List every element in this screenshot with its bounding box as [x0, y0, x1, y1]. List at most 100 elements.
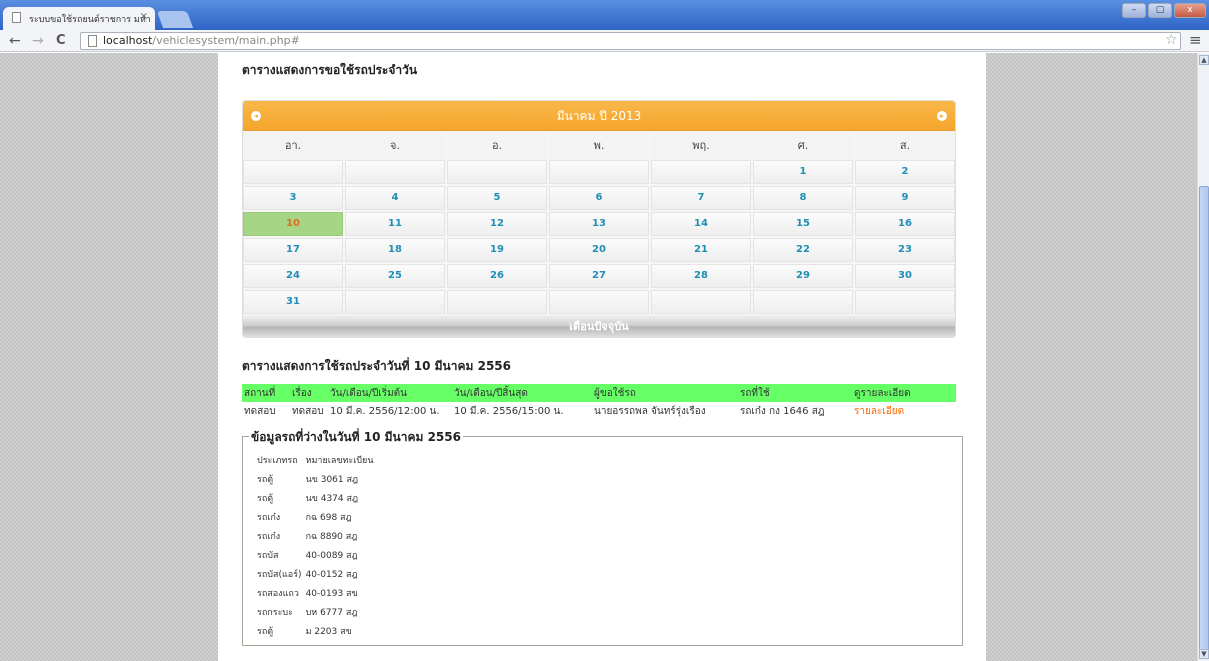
- weekday-label: ส.: [855, 132, 955, 160]
- column-header: สถานที่: [242, 384, 290, 402]
- column-header: ประเภทรถ: [257, 455, 298, 466]
- free-cars-legend: ข้อมูลรถที่ว่างในวันที่ 10 มีนาคม 2556: [249, 428, 463, 447]
- calendar-day[interactable]: 29: [753, 264, 853, 288]
- car-type: รถกระบะ: [257, 607, 293, 618]
- calendar-day[interactable]: 5: [447, 186, 547, 210]
- car-type: รถสองแถว: [257, 588, 299, 599]
- list-item: รถบัส(แอร์) 40-0152 สฎ: [257, 564, 377, 583]
- calendar-empty-cell: [447, 290, 547, 314]
- car-plate: 40-0089 สฎ: [305, 550, 358, 561]
- window-controls: – ▢ x: [1122, 3, 1206, 18]
- maximize-button[interactable]: ▢: [1148, 3, 1172, 18]
- browser-menu-icon[interactable]: ≡: [1189, 31, 1202, 49]
- car-plate: นข 4374 สฎ: [305, 493, 359, 504]
- free-cars-table: ประเภทรถ หมายเลขทะเบียน รถตู้ นข 3061 สฎร…: [257, 450, 377, 640]
- calendar-day[interactable]: 2: [855, 160, 955, 184]
- prev-month-icon[interactable]: ◂: [251, 111, 261, 121]
- calendar-day[interactable]: 27: [549, 264, 649, 288]
- calendar-day[interactable]: 9: [855, 186, 955, 210]
- calendar-day[interactable]: 19: [447, 238, 547, 262]
- back-arrow-icon[interactable]: ←: [9, 32, 21, 50]
- calendar-day[interactable]: 7: [651, 186, 751, 210]
- tab-close-icon[interactable]: ×: [140, 11, 148, 22]
- calendar-day[interactable]: 13: [549, 212, 649, 236]
- scroll-thumb[interactable]: [1199, 186, 1209, 654]
- calendar-day[interactable]: 15: [753, 212, 853, 236]
- column-header: รถที่ใช้: [738, 384, 852, 402]
- weekday-label: พฤ.: [651, 132, 751, 160]
- next-month-icon[interactable]: ▸: [937, 111, 947, 121]
- cell-start: 10 มี.ค. 2556/12:00 น.: [330, 405, 440, 417]
- calendar-day[interactable]: 6: [549, 186, 649, 210]
- column-header: หมายเลขทะเบียน: [305, 455, 374, 466]
- weekday-label: อ.: [447, 132, 547, 160]
- calendar-day[interactable]: 25: [345, 264, 445, 288]
- calendar-empty-cell: [549, 160, 649, 184]
- calendar-empty-cell: [345, 290, 445, 314]
- calendar-day[interactable]: 31: [243, 290, 343, 314]
- forward-arrow-icon[interactable]: →: [32, 32, 44, 50]
- close-window-button[interactable]: x: [1174, 3, 1206, 18]
- calendar-day[interactable]: 4: [345, 186, 445, 210]
- calendar-day[interactable]: 14: [651, 212, 751, 236]
- calendar-day[interactable]: 28: [651, 264, 751, 288]
- calendar-empty-cell: [345, 160, 445, 184]
- list-item: รถเก๋ง กฉ 698 สฎ: [257, 507, 377, 526]
- browser-tab[interactable]: ระบบขอใช้รถยนต์ราชการ มหา ×: [3, 7, 155, 30]
- url-host: localhost: [103, 34, 153, 47]
- bookmark-star-icon[interactable]: ☆: [1165, 32, 1178, 48]
- usage-heading: ตารางแสดงการใช้รถประจำวันที่ 10 มีนาคม 2…: [242, 359, 511, 373]
- calendar-day[interactable]: 17: [243, 238, 343, 262]
- list-item: รถบัส 40-0089 สฎ: [257, 545, 377, 564]
- calendar-day[interactable]: 1: [753, 160, 853, 184]
- calendar-day[interactable]: 24: [243, 264, 343, 288]
- calendar-header: มีนาคม ปี 2013 ◂ ▸: [243, 101, 955, 131]
- calendar: มีนาคม ปี 2013 ◂ ▸ อา. จ. อ. พ. พฤ. ศ. ส…: [242, 100, 956, 338]
- free-cars-header-row: ประเภทรถ หมายเลขทะเบียน: [257, 450, 377, 469]
- calendar-day[interactable]: 21: [651, 238, 751, 262]
- cell-vehicle: รถเก๋ง กง 1646 สฎ: [740, 405, 825, 417]
- detail-link[interactable]: รายละเอียด: [854, 406, 904, 417]
- calendar-month-label: มีนาคม ปี 2013: [556, 109, 642, 123]
- calendar-day[interactable]: 18: [345, 238, 445, 262]
- calendar-week-row: 17 18 19 20 21 22 23: [243, 238, 955, 262]
- main-content: ตารางแสดงการขอใช้รถประจำวัน มีนาคม ปี 20…: [218, 53, 986, 661]
- calendar-empty-cell: [243, 160, 343, 184]
- calendar-week-row: 3456789: [243, 186, 955, 210]
- calendar-day[interactable]: 12: [447, 212, 547, 236]
- car-type: รถบัส: [257, 550, 279, 561]
- current-month-button[interactable]: เดือนปัจจุบัน: [243, 315, 955, 337]
- car-plate: กฉ 8890 สฎ: [305, 531, 358, 542]
- calendar-day[interactable]: 22: [753, 238, 853, 262]
- calendar-day[interactable]: 3: [243, 186, 343, 210]
- page-icon: [88, 35, 97, 47]
- calendar-week-row: 31: [243, 290, 955, 314]
- calendar-day[interactable]: 11: [345, 212, 445, 236]
- usage-header-row: สถานที่ เรื่อง วัน/เดือน/ปีเริ่มต้น วัน/…: [242, 384, 956, 402]
- page-title: ตารางแสดงการขอใช้รถประจำวัน: [242, 63, 418, 77]
- calendar-empty-cell: [651, 290, 751, 314]
- minimize-button[interactable]: –: [1122, 3, 1146, 18]
- reload-icon[interactable]: C: [56, 32, 66, 50]
- calendar-day[interactable]: 23: [855, 238, 955, 262]
- cell-detail: รายละเอียด: [852, 402, 956, 420]
- calendar-day[interactable]: 20: [549, 238, 649, 262]
- car-type: รถเก๋ง: [257, 512, 281, 523]
- calendar-day[interactable]: 8: [753, 186, 853, 210]
- car-type: รถบัส(แอร์): [257, 569, 302, 580]
- weekday-label: จ.: [345, 132, 445, 160]
- calendar-day[interactable]: 26: [447, 264, 547, 288]
- window-titlebar: ระบบขอใช้รถยนต์ราชการ มหา × – ▢ x: [0, 0, 1209, 30]
- calendar-day[interactable]: 10: [243, 212, 343, 236]
- column-header: วัน/เดือน/ปีสิ้นสุด: [452, 384, 592, 402]
- address-bar[interactable]: localhost/vehiclesystem/main.php#: [80, 32, 1181, 50]
- calendar-empty-cell: [855, 290, 955, 314]
- calendar-day[interactable]: 30: [855, 264, 955, 288]
- scroll-up-icon[interactable]: ▲: [1199, 55, 1209, 65]
- cell-end: 10 มี.ค. 2556/15:00 น.: [454, 405, 564, 417]
- calendar-day[interactable]: 16: [855, 212, 955, 236]
- new-tab-button[interactable]: [156, 11, 194, 28]
- scroll-down-icon[interactable]: ▼: [1199, 649, 1209, 659]
- calendar-empty-cell: [549, 290, 649, 314]
- vertical-scrollbar[interactable]: ▲ ▼: [1197, 53, 1209, 661]
